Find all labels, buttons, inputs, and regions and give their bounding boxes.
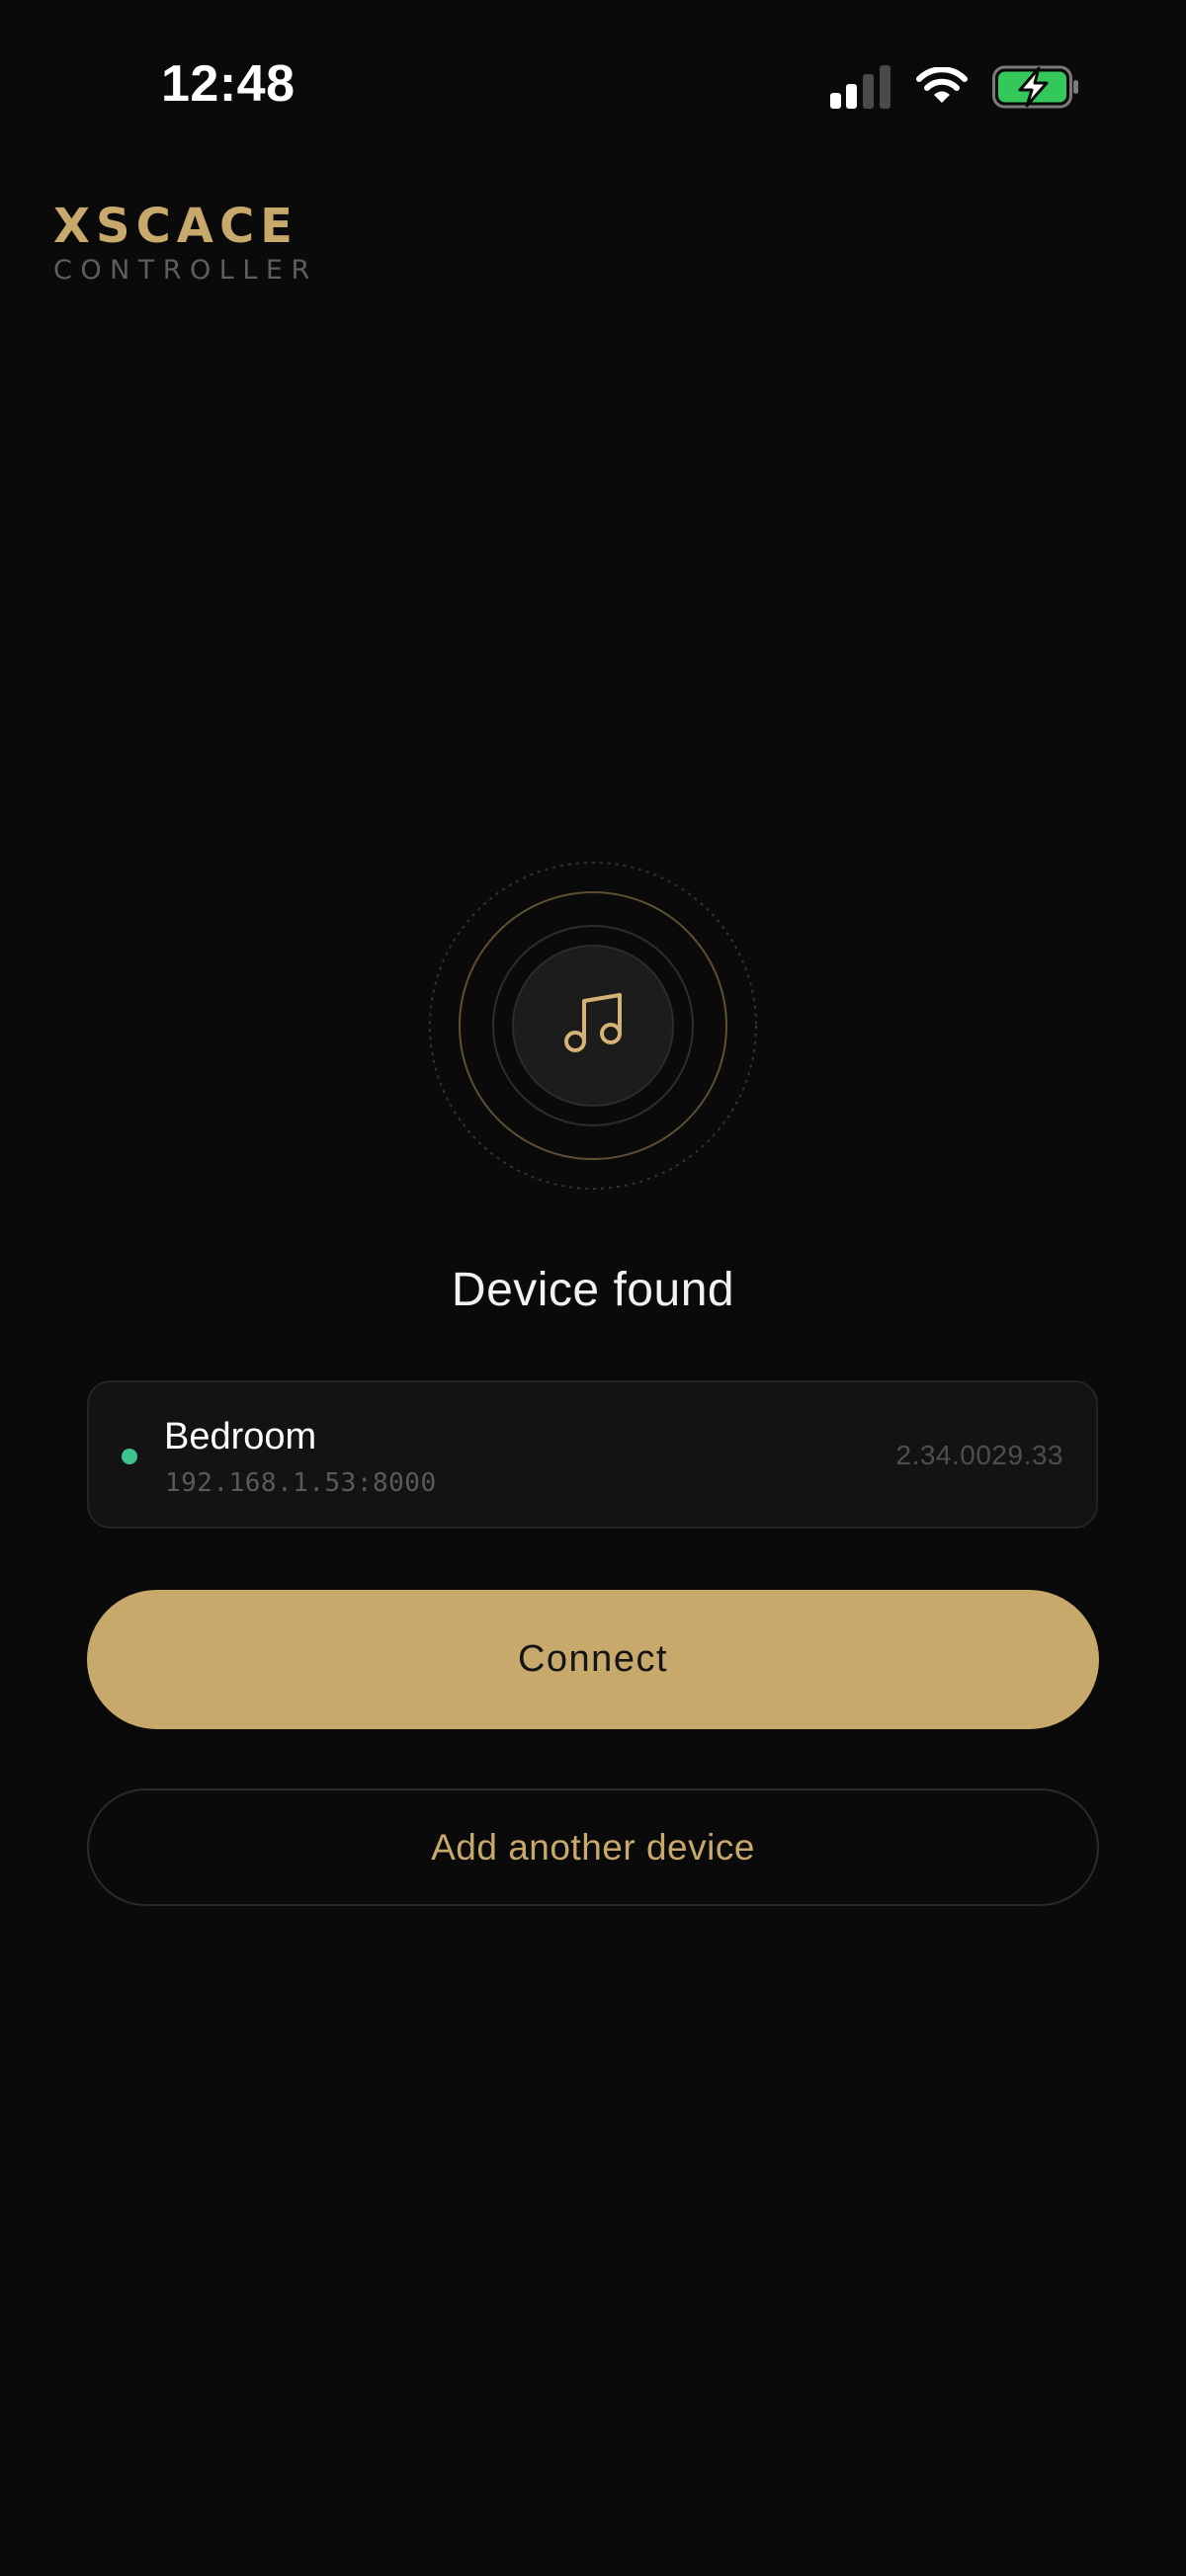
brand-logo: XSCACE CONTROLLER bbox=[53, 203, 318, 286]
connect-button[interactable]: Connect bbox=[87, 1590, 1099, 1729]
status-time: 12:48 bbox=[161, 55, 296, 113]
cellular-signal-icon bbox=[830, 65, 890, 109]
status-icons bbox=[830, 61, 1079, 113]
device-discovery-indicator bbox=[427, 860, 759, 1192]
device-card[interactable]: Bedroom 192.168.1.53:8000 2.34.0029.33 bbox=[87, 1380, 1098, 1529]
logo-wordmark: XSCACE bbox=[53, 199, 298, 254]
wifi-icon bbox=[916, 67, 968, 103]
device-address: 192.168.1.53:8000 bbox=[165, 1468, 437, 1498]
device-version: 2.34.0029.33 bbox=[895, 1440, 1063, 1470]
add-another-device-button[interactable]: Add another device bbox=[87, 1788, 1099, 1906]
device-name: Bedroom bbox=[164, 1416, 317, 1457]
battery-charging-icon bbox=[992, 65, 1078, 109]
discovery-status-title: Device found bbox=[451, 1264, 735, 1316]
status-bar: 12:48 bbox=[0, 0, 1186, 168]
logo-subtitle: CONTROLLER bbox=[53, 255, 318, 286]
online-status-dot bbox=[122, 1449, 137, 1464]
radar-rings bbox=[429, 862, 757, 1190]
